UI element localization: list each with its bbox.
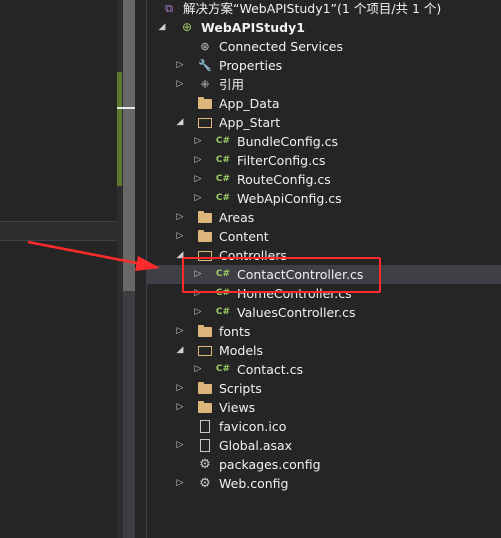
- annotation-arrow-icon: [27, 240, 160, 271]
